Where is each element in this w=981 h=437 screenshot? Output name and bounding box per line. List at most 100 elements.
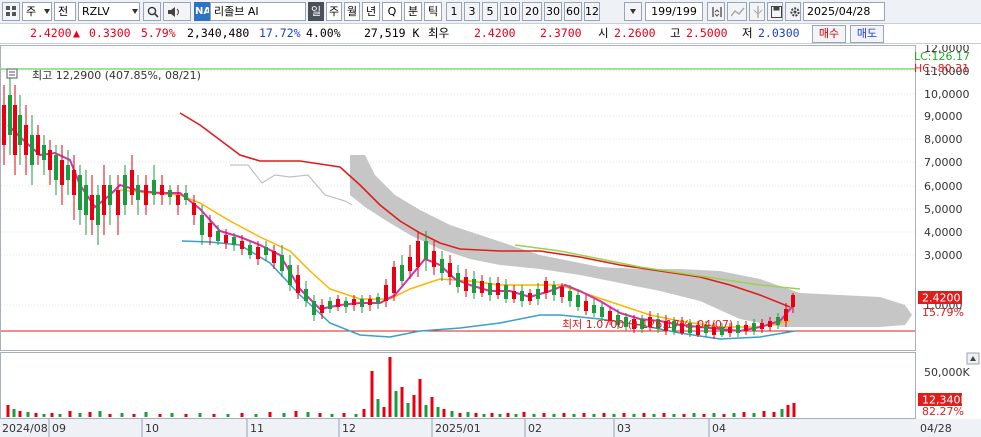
volume-bar: [58, 414, 62, 417]
volume-bar: [282, 413, 286, 417]
volume-panel: [0, 352, 916, 419]
interval-120[interactable]: 120: [584, 2, 600, 21]
interval-3[interactable]: 3: [464, 2, 480, 21]
candle-body: [320, 305, 324, 313]
candle-body: [208, 223, 212, 237]
volume-bar: [632, 414, 636, 417]
volume-bar: [12, 409, 16, 417]
tab-quarter[interactable]: Q: [382, 2, 402, 21]
volume-bar: [436, 407, 440, 417]
candle-body: [744, 325, 748, 331]
candle-body: [123, 175, 127, 205]
gear-icon[interactable]: [785, 2, 801, 21]
candle-body: [144, 185, 148, 205]
indicator-icon[interactable]: [727, 2, 747, 21]
candle-body: [136, 185, 140, 200]
volume-bar: [786, 405, 790, 417]
volume-bar: [318, 413, 322, 417]
volume-bar: [226, 414, 230, 417]
volume-bar: [552, 414, 556, 417]
volume-bar: [792, 403, 796, 417]
volume-bar: [354, 414, 358, 417]
date-axis-label: 2024/08: [2, 422, 48, 435]
toolbar: 주 전 RZLV NA 리졸브 AI 일 주 월 년 Q 분 틱 1 3 5 1…: [0, 0, 981, 24]
volume-bar: [50, 413, 54, 417]
candle-body: [192, 203, 196, 215]
search-icon[interactable]: [143, 2, 161, 21]
candle-body: [440, 259, 444, 273]
price-axis-label: 9,0000: [924, 110, 963, 123]
buy-button[interactable]: 매수: [812, 25, 846, 43]
volume-bar: [712, 413, 716, 417]
volume-bar: [780, 409, 784, 417]
interval-60[interactable]: 60: [564, 2, 582, 21]
candle-body: [776, 317, 780, 325]
current-pct-tag: 15.79%: [922, 306, 964, 319]
candle-body: [448, 263, 452, 277]
interval-1[interactable]: 1: [446, 2, 462, 21]
candle-body: [384, 285, 388, 301]
hc-label: HC:-80.31: [914, 62, 969, 75]
volume-bar: [6, 405, 10, 417]
save-icon[interactable]: [767, 2, 783, 21]
sell-button[interactable]: 매도: [850, 25, 884, 43]
candle-body: [432, 251, 436, 267]
date-axis-label: 12: [342, 422, 356, 435]
tab-day[interactable]: 일: [308, 2, 324, 21]
tab-tick[interactable]: 틱: [424, 2, 442, 21]
candle-body: [232, 237, 236, 245]
candle-body: [78, 175, 82, 210]
compress-icon[interactable]: [707, 2, 725, 21]
candle-body: [200, 215, 204, 235]
volume-bar: [158, 414, 162, 417]
volume-bar: [400, 387, 404, 417]
interval-30[interactable]: 30: [544, 2, 562, 21]
scroll-up-icon[interactable]: [966, 352, 980, 365]
symbol-input[interactable]: RZLV: [78, 2, 140, 21]
candle-body: [536, 289, 540, 299]
volume-bar: [506, 413, 510, 417]
volume-bar: [268, 412, 272, 417]
chart-area[interactable]: 12,0000 11,0000 10,0000 9,0000 8,0000 7,0000 6…: [0, 42, 981, 437]
tab-minute[interactable]: 분: [404, 2, 422, 21]
grid-menu-icon[interactable]: [2, 2, 20, 21]
candle-body: [54, 155, 58, 180]
split-icon[interactable]: [749, 2, 765, 21]
date-axis-label: 10: [145, 422, 159, 435]
volume-bar: [424, 405, 428, 417]
sound-icon[interactable]: [163, 2, 191, 21]
company-name: 리졸브 AI: [210, 2, 306, 21]
period-select[interactable]: 주: [22, 2, 52, 21]
candle-body: [30, 135, 34, 165]
candle-body: [184, 193, 188, 200]
date-field[interactable]: 2025/04/28: [803, 2, 885, 21]
candle-body: [296, 275, 300, 293]
interval-10[interactable]: 10: [500, 2, 520, 21]
price-axis-label: 7,0000: [924, 156, 963, 169]
volume-bar: [442, 409, 446, 417]
volume-bar: [612, 414, 616, 417]
volume-bar: [522, 412, 526, 417]
stock-chart[interactable]: 12,000011,000010,00009,00008,00007,00006…: [0, 42, 981, 437]
change-percent: 5.79%: [141, 26, 176, 40]
candle-body: [568, 291, 572, 301]
tab-year[interactable]: 년: [362, 2, 380, 21]
panel-menu-icon[interactable]: [6, 68, 18, 79]
price-axis-label: 4,0000: [924, 226, 963, 239]
dropdown-icon[interactable]: [624, 2, 642, 21]
candle-body: [400, 265, 404, 281]
candle-body: [264, 247, 268, 255]
volume-bar: [412, 395, 416, 417]
volume-bar: [562, 413, 566, 417]
interval-5[interactable]: 5: [482, 2, 498, 21]
candle-body: [392, 267, 396, 293]
volume-bar: [382, 407, 386, 417]
volume-bar: [732, 413, 736, 417]
interval-20[interactable]: 20: [522, 2, 542, 21]
candle-body: [108, 185, 112, 205]
tab-month[interactable]: 월: [344, 2, 360, 21]
tab-week[interactable]: 주: [326, 2, 342, 21]
volume-bar: [692, 413, 696, 417]
volume-bar: [406, 403, 410, 417]
view-select[interactable]: 전: [54, 2, 76, 21]
